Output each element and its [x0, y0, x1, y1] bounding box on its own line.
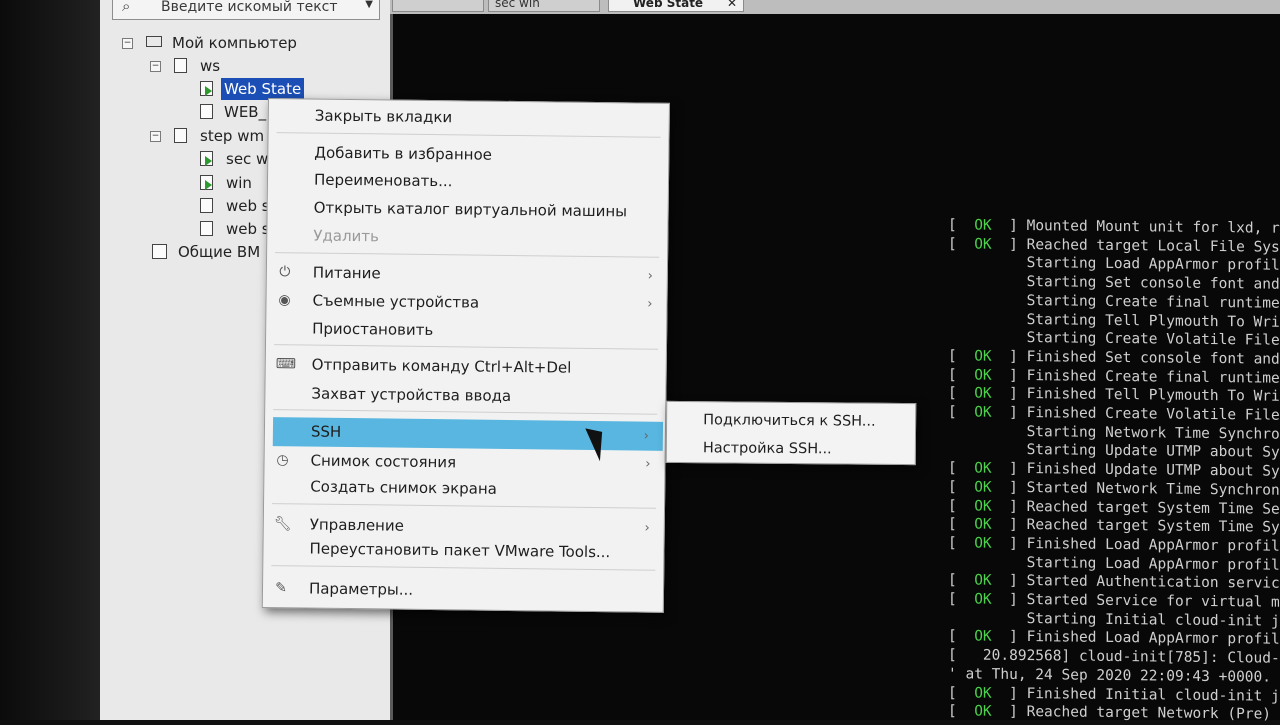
chevron-right-icon: › [644, 520, 650, 536]
tree-item-label: web s [226, 220, 270, 238]
tab-label: sec win [495, 0, 540, 10]
tree-item-sec-win[interactable]: sec wi [200, 148, 273, 170]
search-input[interactable]: Введите искомый текст [161, 0, 338, 15]
vm-icon [200, 198, 213, 213]
menu-item-add-favorite[interactable]: Добавить в избранное [268, 139, 668, 170]
menu-item-delete[interactable]: Удалить [267, 222, 667, 253]
menu-item-label: Удалить [313, 226, 380, 246]
tab-sec-win[interactable]: sec win [488, 0, 600, 12]
collapse-icon[interactable]: − [122, 38, 133, 49]
menu-item-label: Открыть каталог виртуальной машины [313, 198, 628, 221]
keyboard-icon: ⌨ [275, 356, 297, 373]
wrench-icon: 🔧︎ [273, 516, 292, 533]
menu-item-pause[interactable]: Приостановить [266, 315, 666, 346]
chevron-right-icon: › [645, 456, 651, 472]
tab-label: Web State [633, 0, 704, 10]
collapse-icon[interactable]: − [150, 61, 161, 72]
power-icon: ⏻ [279, 264, 291, 281]
folder-icon [174, 128, 187, 143]
tree-item-web[interactable]: WEB_ [200, 101, 266, 123]
tree-item-label: WEB_ [224, 103, 267, 121]
vm-running-icon [200, 175, 213, 190]
menu-item-power[interactable]: ⏻ Питание › [267, 259, 667, 290]
chevron-right-icon: › [647, 296, 653, 312]
menu-item-label: Переустановить пакет VMware Tools... [309, 539, 611, 562]
tab-strip: sec win Web State ✕ [390, 0, 1280, 14]
tree-item-label: sec wi [226, 150, 273, 168]
tree-item-web-1[interactable]: web s [200, 195, 270, 217]
menu-item-label: Отправить команду Ctrl+Alt+Del [311, 355, 572, 377]
tree-folder-ws[interactable]: − ws [150, 55, 380, 77]
console-line: [ OK ] Reached target Network (Pre) [948, 703, 1272, 723]
tab-1[interactable] [392, 0, 484, 12]
menu-item-ssh-connect[interactable]: Подключиться к SSH... [703, 408, 876, 434]
menu-item-label: Параметры... [308, 579, 414, 599]
menu-item-grab-input[interactable]: Захват устройства ввода [265, 380, 665, 411]
monitor-bezel [0, 0, 100, 720]
menu-item-close-tabs[interactable]: Закрыть вкладки [269, 102, 669, 133]
menu-item-open-dir[interactable]: Открыть каталог виртуальной машины [268, 194, 668, 225]
settings-icon: ✎ [275, 580, 287, 597]
folder-icon [174, 58, 187, 73]
vm-running-icon [200, 81, 213, 96]
menu-item-label: Захват устройства ввода [311, 384, 512, 405]
removable-device-icon: ◉ [278, 292, 291, 309]
menu-item-label: Закрыть вкладки [314, 106, 453, 127]
tab-web-state[interactable]: Web State ✕ [608, 0, 744, 12]
tree-item-label: ws [200, 57, 221, 75]
context-menu: Закрыть вкладки Добавить в избранное Пер… [261, 98, 670, 613]
menu-item-rename[interactable]: Переименовать... [268, 166, 668, 197]
tree-item-web-2[interactable]: web s [200, 218, 270, 240]
collapse-icon[interactable]: − [150, 131, 161, 142]
tree-item-label: Мой компьютер [172, 34, 297, 52]
menu-separator [271, 565, 656, 571]
menu-separator [272, 503, 657, 509]
menu-item-label: Питание [312, 263, 381, 283]
ssh-submenu: Подключиться к SSH... Настройка SSH... [665, 400, 917, 466]
menu-item-ssh-configure[interactable]: Настройка SSH... [703, 436, 832, 461]
menu-item-label: Снимок состояния [310, 451, 457, 472]
tree-item-web-state[interactable]: Web State [200, 78, 390, 100]
vm-icon [200, 221, 213, 236]
tree-item-label: Web State [221, 78, 305, 100]
close-icon[interactable]: ✕ [727, 0, 737, 11]
menu-item-screenshot[interactable]: Создать снимок экрана [264, 473, 664, 504]
menu-item-label: SSH [310, 422, 342, 441]
tree-item-label: win [226, 174, 252, 192]
menu-item-label: Съемные устройства [312, 291, 480, 312]
vm-icon [200, 104, 213, 119]
vm-running-icon [200, 151, 213, 166]
menu-item-settings[interactable]: ✎ Параметры... [263, 575, 663, 606]
menu-item-label: Переименовать... [313, 170, 453, 191]
menu-separator [275, 252, 660, 258]
snapshot-clock-icon: ◷ [276, 452, 289, 469]
shared-vms-icon [152, 244, 167, 259]
menu-item-send-cad[interactable]: ⌨ Отправить команду Ctrl+Alt+Del [266, 351, 666, 382]
tree-item-label: step wm [200, 127, 265, 145]
menu-separator [276, 132, 661, 138]
tree-item-label: Общие ВМ [178, 243, 261, 261]
chevron-right-icon: › [647, 268, 653, 284]
computer-icon [146, 36, 162, 47]
chevron-right-icon: › [643, 428, 649, 444]
search-box[interactable]: ⌕ Введите искомый текст ▼ [112, 0, 380, 20]
tree-item-win[interactable]: win [200, 172, 270, 194]
menu-item-removable[interactable]: ◉ Съемные устройства › [266, 287, 666, 318]
menu-item-label: Создать снимок экрана [310, 477, 498, 498]
search-icon: ⌕ [122, 0, 131, 15]
tree-item-my-computer[interactable]: − Мой компьютер [122, 32, 382, 54]
tree-item-label: web s [226, 197, 270, 215]
menu-item-reinstall-tools[interactable]: Переустановить пакет VMware Tools... [263, 535, 663, 566]
chevron-down-icon[interactable]: ▼ [365, 0, 373, 10]
menu-item-label: Добавить в избранное [314, 143, 493, 164]
console-log: [ OK ] Mounted Mount unit for lxd, re[ O… [948, 216, 1280, 725]
menu-item-label: Управление [309, 515, 405, 535]
menu-item-label: Приостановить [312, 319, 434, 340]
